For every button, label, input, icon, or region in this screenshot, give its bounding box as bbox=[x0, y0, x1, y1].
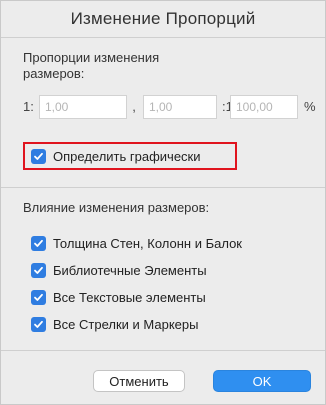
influence-label-library: Библиотечные Элементы bbox=[53, 262, 207, 278]
influence-checkbox-text[interactable]: Все Текстовые элементы bbox=[31, 287, 206, 307]
influence-checkbox-arrows[interactable]: Все Стрелки и Маркеры bbox=[31, 314, 198, 334]
influence-label-walls: Толщина Стен, Колонн и Балок bbox=[53, 235, 242, 251]
checkbox-checked-icon bbox=[31, 235, 46, 251]
ratio-field-2[interactable]: 1,00 bbox=[143, 95, 217, 119]
proportions-label: Пропорции изменения размеров: bbox=[23, 50, 160, 81]
influence-label: Влияние изменения размеров: bbox=[23, 200, 210, 215]
define-graphically-checkbox[interactable]: Определить графически bbox=[31, 146, 201, 166]
checkbox-checked-icon bbox=[31, 148, 46, 164]
ratio-prefix: 1: bbox=[23, 99, 34, 114]
influence-label-arrows: Все Стрелки и Маркеры bbox=[53, 316, 199, 332]
ratio-separator-1: , bbox=[132, 99, 136, 114]
influence-label-text: Все Текстовые элементы bbox=[53, 289, 206, 305]
ok-button[interactable]: OK bbox=[213, 370, 311, 392]
ratio-field-1[interactable]: 1,00 bbox=[39, 95, 127, 119]
section-divider-1 bbox=[1, 187, 325, 188]
resize-proportions-dialog: Изменение Пропорций Пропорции изменения … bbox=[0, 0, 326, 405]
checkbox-checked-icon bbox=[31, 262, 46, 278]
cancel-button[interactable]: Отменить bbox=[93, 370, 185, 392]
dialog-title: Изменение Пропорций bbox=[70, 9, 256, 28]
section-divider-2 bbox=[1, 350, 325, 351]
ratio-field-3[interactable]: 100,00 bbox=[230, 95, 298, 119]
influence-checkbox-walls[interactable]: Толщина Стен, Колонн и Балок bbox=[31, 233, 242, 253]
define-graphically-label: Определить графически bbox=[53, 148, 201, 164]
checkbox-checked-icon bbox=[31, 289, 46, 305]
percent-unit: % bbox=[304, 99, 316, 114]
influence-checkbox-library[interactable]: Библиотечные Элементы bbox=[31, 260, 207, 280]
checkbox-checked-icon bbox=[31, 316, 46, 332]
title-divider bbox=[1, 37, 325, 38]
ratio-row: 1: 1,00 , 1,00 :1, 100,00 % bbox=[23, 95, 316, 119]
